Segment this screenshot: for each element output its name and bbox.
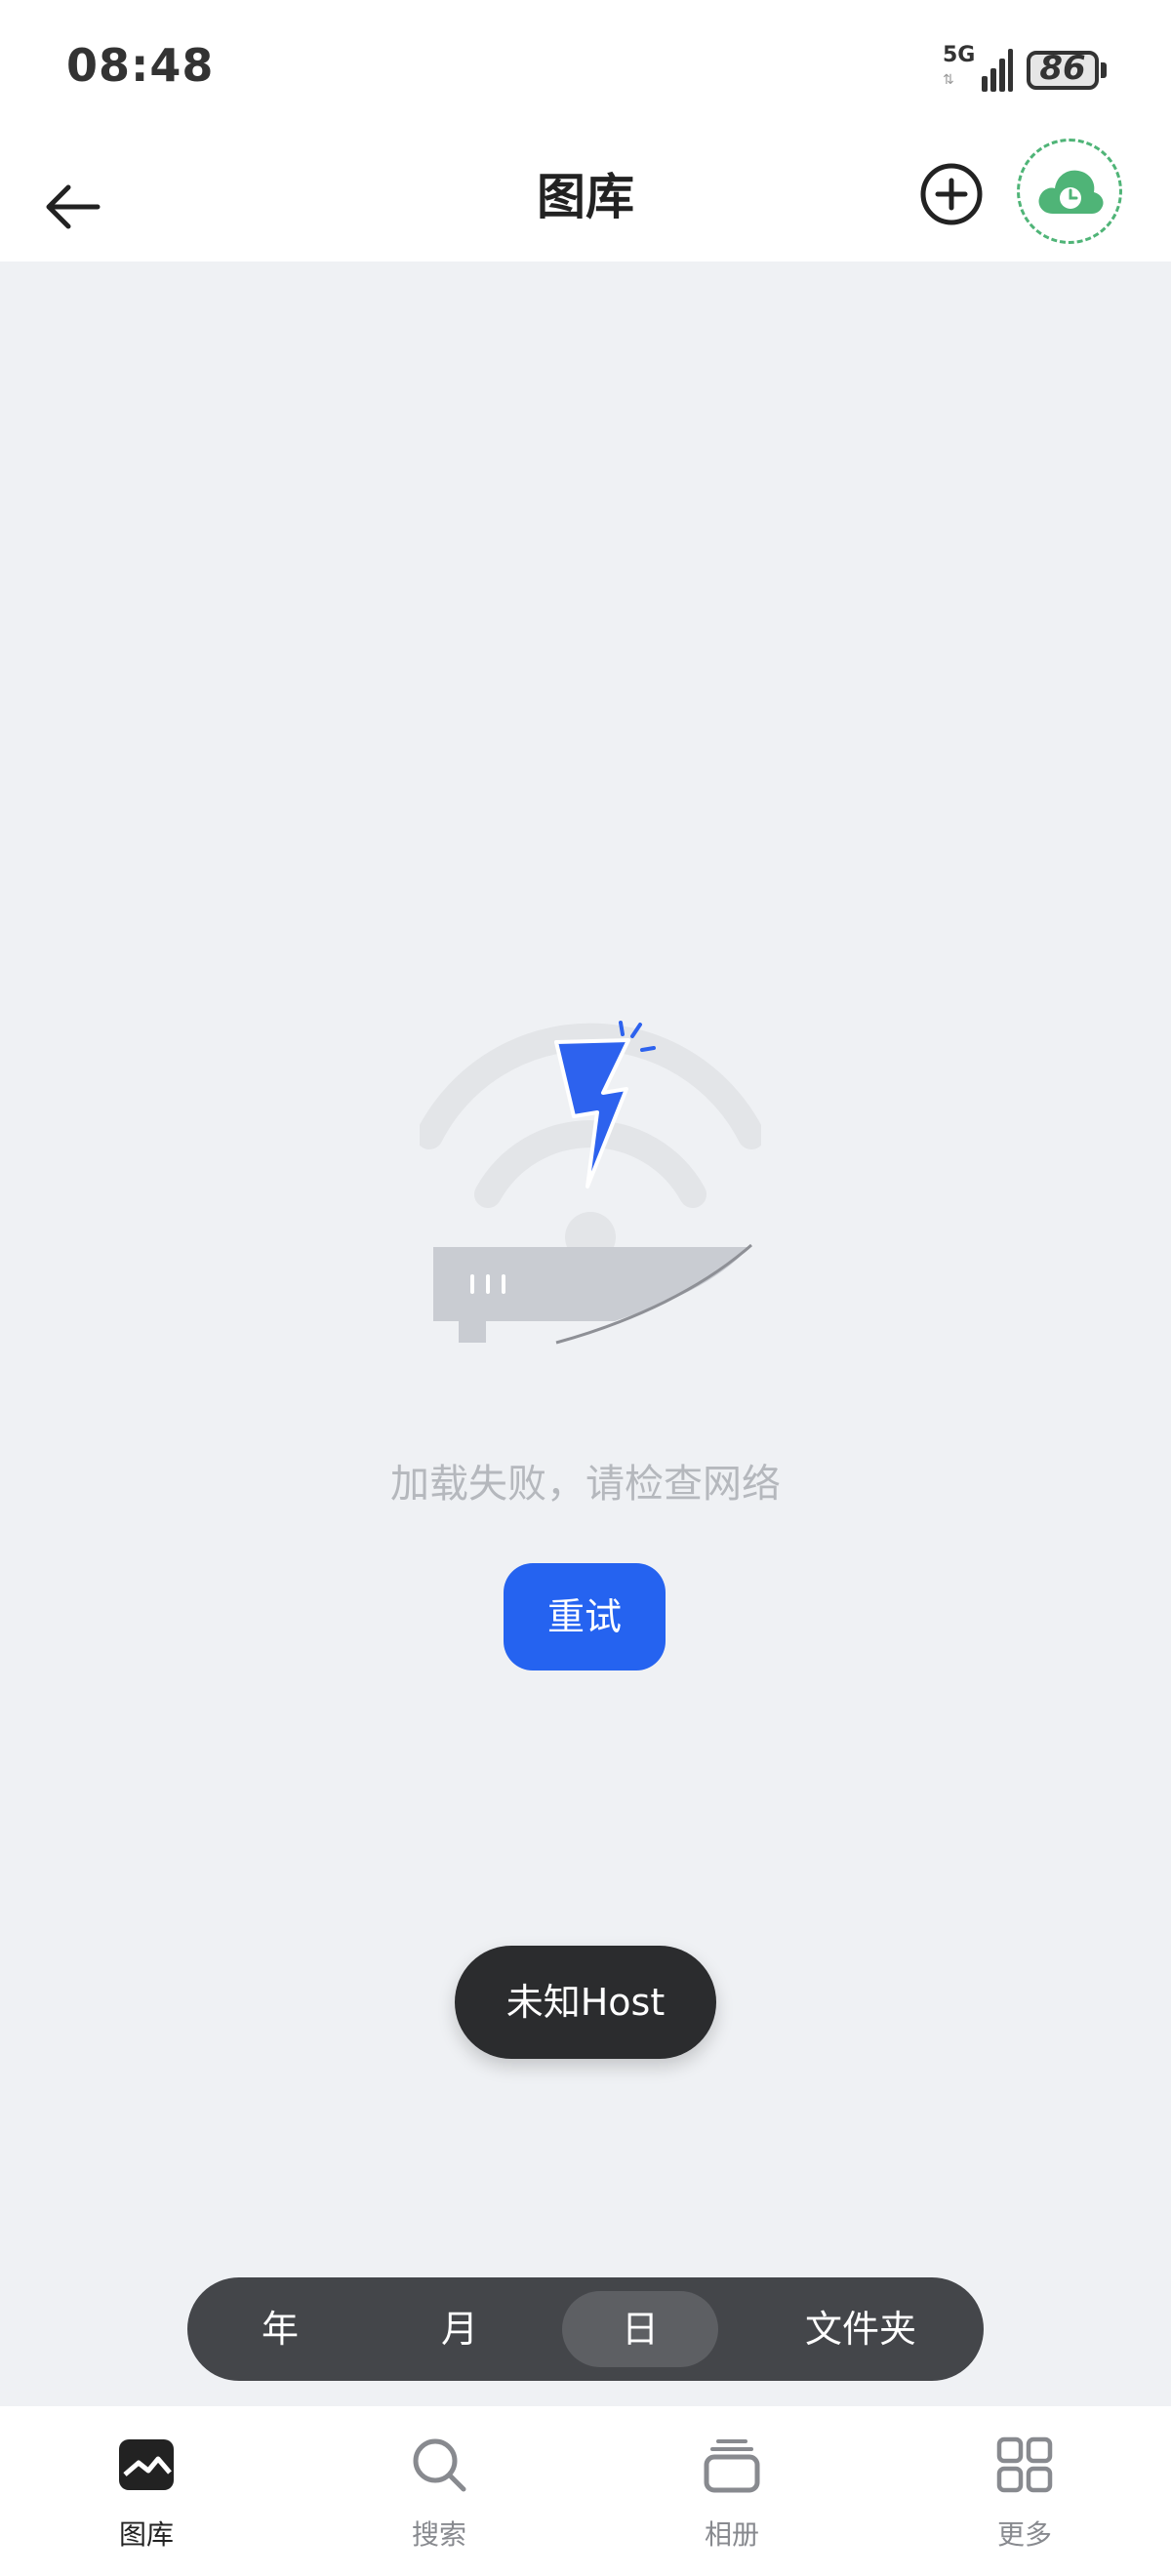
signal-icon: 5G ⇅ [943, 43, 1013, 94]
view-folder-tab[interactable]: 文件夹 [773, 2277, 949, 2381]
view-year-tab[interactable]: 年 [226, 2277, 334, 2381]
battery-cap [1101, 62, 1107, 78]
cloud-sync-button[interactable] [1017, 139, 1122, 244]
bottom-navigation: 图库 搜索 相册 更多 [0, 2406, 1171, 2576]
cloud-icon [1038, 170, 1104, 214]
nav-label-gallery: 图库 [118, 2518, 174, 2551]
network-error-illustration [420, 1021, 761, 1345]
error-message: 加载失败，请检查网络 [390, 1462, 781, 1507]
nav-label-albums: 相册 [704, 2518, 759, 2551]
battery-icon: 86 [1027, 49, 1099, 90]
view-day-tab[interactable]: 日 [562, 2291, 718, 2367]
signal-bars-icon [982, 49, 1013, 92]
nav-item-albums[interactable]: 相册 [634, 2406, 829, 2576]
album-icon [704, 2439, 760, 2493]
app-bar: 图库 [0, 137, 1171, 262]
data-arrows-icon: ⇅ [943, 72, 954, 88]
status-time: 08:48 [66, 39, 215, 92]
status-bar: 08:48 5G ⇅ 86 [0, 0, 1171, 137]
nav-label-search: 搜索 [411, 2518, 466, 2551]
view-month-tab[interactable]: 月 [406, 2277, 513, 2381]
gallery-icon [119, 2439, 174, 2490]
nav-item-search[interactable]: 搜索 [342, 2406, 537, 2576]
grid-icon [996, 2436, 1053, 2493]
search-icon [413, 2438, 466, 2492]
back-arrow-icon[interactable] [39, 154, 117, 232]
page-title: 图库 [537, 169, 634, 225]
nav-item-more[interactable]: 更多 [927, 2406, 1122, 2576]
battery-level: 86 [1039, 49, 1086, 88]
view-mode-switch: 年 月 日 文件夹 [187, 2277, 984, 2381]
nav-item-gallery[interactable]: 图库 [49, 2406, 244, 2576]
toast-message: 未知Host [455, 1946, 716, 2059]
add-icon[interactable] [917, 160, 986, 228]
retry-button[interactable]: 重试 [504, 1563, 666, 1670]
nav-label-more: 更多 [996, 2518, 1052, 2551]
